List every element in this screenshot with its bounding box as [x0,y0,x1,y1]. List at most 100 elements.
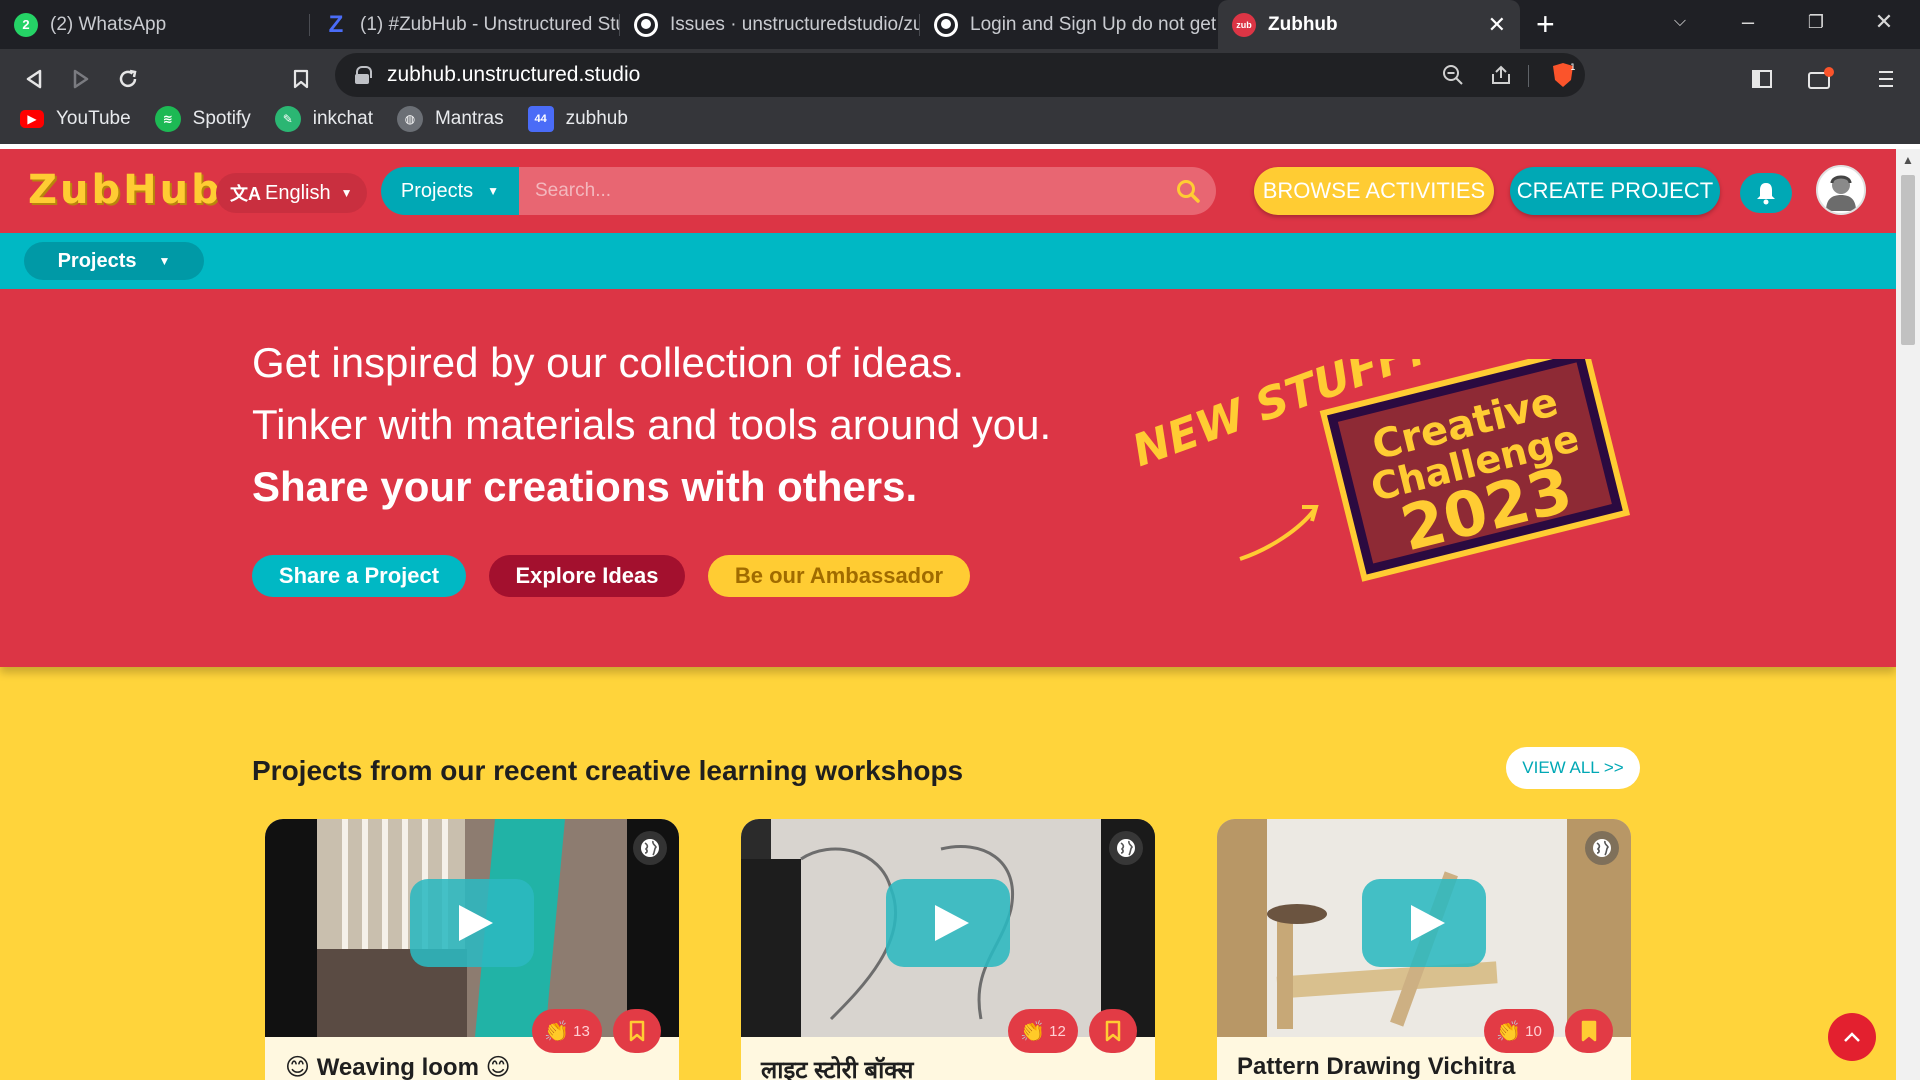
brave-badge: 1 [1570,63,1576,73]
bookmark-mantras[interactable]: ◍ Mantras [396,106,504,132]
tab-github-issues[interactable]: Issues · unstructuredstudio/zub [620,0,920,49]
search-category-select[interactable]: Projects ▼ [381,167,519,215]
bookmark-zubhub[interactable]: 44 zubhub [527,106,628,132]
close-window-button[interactable]: ✕ [1850,0,1918,44]
address-bar[interactable]: zubhub.unstructured.studio 1 [335,53,1585,97]
play-video-button[interactable] [886,879,1010,967]
forward-button[interactable] [61,59,101,99]
menu-icon[interactable] [1866,59,1906,99]
clap-button[interactable]: 👏 12 [1008,1009,1078,1053]
bookmark-label: YouTube [56,108,131,129]
clap-button[interactable]: 👏 10 [1484,1009,1554,1053]
tab-search-chevron-icon[interactable]: ⌵ [1646,0,1714,44]
tab-label: Issues · unstructuredstudio/zub [670,13,920,35]
share-project-button[interactable]: Share a Project [252,555,466,597]
language-selector[interactable]: 文A English ▼ [216,173,367,213]
omnibox-divider [1528,65,1529,87]
tab-zubhub-discussion[interactable]: Z (1) #ZubHub - Unstructured Stu [310,0,620,49]
user-avatar[interactable] [1816,165,1866,215]
chevron-up-icon [1844,1032,1860,1042]
page-scrollbar[interactable]: ▲ [1896,149,1920,1080]
clap-button[interactable]: 👏 13 [532,1009,602,1053]
tab-label: Zubhub [1268,13,1338,35]
share-icon[interactable] [1481,53,1521,97]
zubhub-z-icon: Z [328,10,344,38]
projects-menu-label: Projects [57,249,137,272]
new-tab-button[interactable]: + [1536,6,1555,43]
inkchat-icon: ✎ [274,106,301,132]
hero-line-2: Tinker with materials and tools around y… [252,401,1052,448]
globe-icon: ◍ [396,106,423,132]
hero-line-3: Share your creations with others. [252,463,918,510]
bookmark-label: Spotify [192,108,251,129]
view-all-button[interactable]: VIEW ALL >> [1506,747,1640,789]
wallet-icon[interactable] [1801,59,1841,99]
back-button[interactable] [14,59,54,99]
bookmark-filled-icon [1581,1020,1597,1042]
translate-icon: 文A [230,184,261,204]
chevron-down-icon: ▼ [158,254,171,268]
zubhub-icon: zub [1232,12,1256,37]
zoom-icon[interactable] [1433,53,1473,97]
project-title[interactable]: Pattern Drawing Vichitra [1237,1053,1515,1080]
zubhub-logo[interactable]: ZubHub [28,167,223,213]
restore-button[interactable]: ❐ [1782,0,1850,44]
youtube-icon: ▶ [20,110,44,128]
project-title[interactable]: 😊 Weaving loom 😊 [285,1053,511,1080]
scroll-to-top-button[interactable] [1828,1013,1876,1061]
address-text: zubhub.unstructured.studio [387,63,641,86]
close-tab-icon[interactable]: ✕ [1488,12,1506,38]
bookmark-spotify[interactable]: ≋ Spotify [154,106,251,132]
scroll-up-arrow-icon[interactable]: ▲ [1902,153,1914,167]
search-bar: Projects ▼ [381,167,1216,215]
sidebar-toggle-icon[interactable] [1742,59,1782,99]
ambassador-button[interactable]: Be our Ambassador [708,555,970,597]
search-input[interactable] [519,167,1216,215]
project-title[interactable]: लाइट स्टोरी बॉक्स [761,1053,913,1080]
github-icon [634,12,658,37]
sub-navigation: Projects ▼ [0,233,1896,289]
browse-activities-button[interactable]: BROWSE ACTIVITIES [1254,167,1494,215]
chevron-down-icon: ▼ [340,186,353,200]
scrollbar-thumb[interactable] [1901,175,1915,345]
bookmark-inkchat[interactable]: ✎ inkchat [274,106,373,132]
project-card[interactable]: 👏 12 लाइट स्टोरी बॉक्स [741,819,1155,1080]
globe-icon [1585,831,1619,865]
bookmark-button[interactable] [1089,1009,1137,1053]
bookmark-label: Mantras [434,108,504,129]
creative-challenge-badge[interactable]: NEW STUFF! Creative Challenge 2023 [1130,359,1640,609]
play-video-button[interactable] [1362,879,1486,967]
globe-icon [633,831,667,865]
projects-menu-button[interactable]: Projects ▼ [24,242,204,280]
search-icon[interactable] [1174,177,1202,205]
chevron-down-icon: ▼ [487,184,500,198]
bookmark-youtube[interactable]: ▶ YouTube [20,108,131,130]
section-title: Projects from our recent creative learni… [252,755,964,786]
reload-button[interactable] [108,59,148,99]
tab-label: (2) WhatsApp [50,13,167,35]
bookmarks-bar: ▶ YouTube ≋ Spotify ✎ inkchat ◍ Mantras … [0,99,632,139]
explore-ideas-button[interactable]: Explore Ideas [489,555,685,597]
spotify-icon: ≋ [154,106,181,132]
github-icon [934,12,958,37]
globe-icon [1109,831,1143,865]
bookmark-icon [1105,1020,1121,1042]
tab-whatsapp[interactable]: 2 (2) WhatsApp [0,0,310,49]
page-viewport: ZubHub 文A English ▼ Projects ▼ BROWSE AC… [0,149,1896,1080]
brave-shield-icon[interactable]: 1 [1543,53,1583,97]
bookmark-button[interactable] [613,1009,661,1053]
minimize-button[interactable]: – [1714,0,1782,44]
clap-count: 13 [573,1022,590,1040]
bell-icon [1757,183,1775,205]
create-project-button[interactable]: CREATE PROJECT [1510,167,1720,215]
tab-zubhub[interactable]: zub Zubhub ✕ [1218,0,1520,49]
project-card[interactable]: 👏 10 Pattern Drawing Vichitra [1217,819,1631,1080]
tab-github-login[interactable]: Login and Sign Up do not get s [920,0,1220,49]
bookmark-button[interactable] [1565,1009,1613,1053]
search-category-label: Projects [400,179,474,202]
bookmark-page-icon[interactable] [281,59,321,99]
project-card[interactable]: 👏 13 😊 Weaving loom 😊 [265,819,679,1080]
whatsapp-icon: 2 [14,12,38,37]
play-video-button[interactable] [410,879,534,967]
notifications-button[interactable] [1740,173,1792,213]
